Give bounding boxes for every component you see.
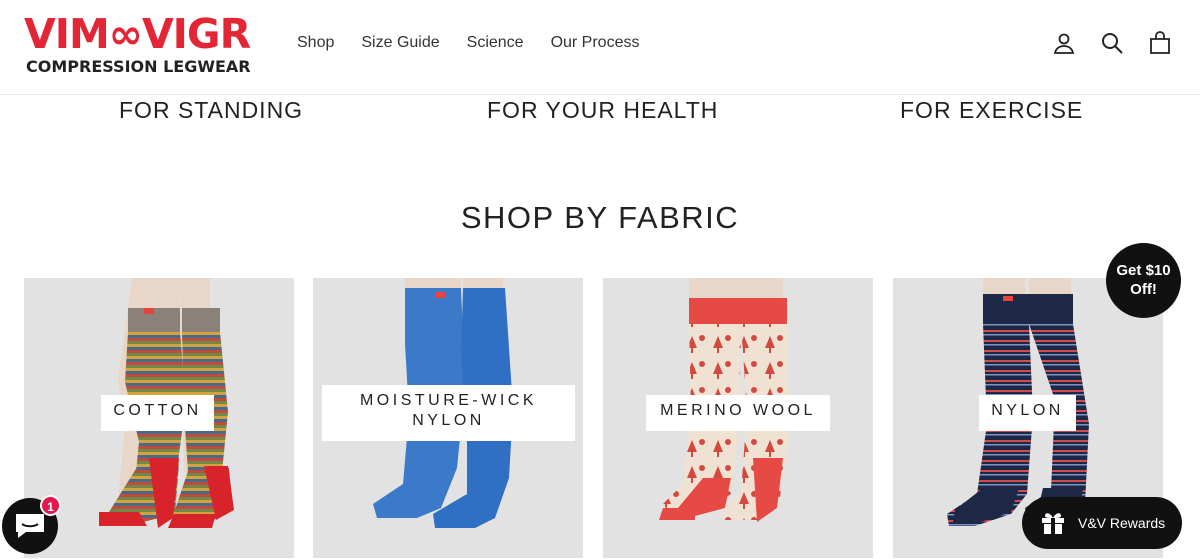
header-icons <box>1052 31 1172 55</box>
fabric-label-cotton: COTTON <box>101 395 214 431</box>
brand-logo[interactable]: VIM∞VIGR COMPRESSION LEGWEAR <box>24 12 264 82</box>
search-icon[interactable] <box>1100 31 1124 55</box>
fabric-card-moisture-wick-nylon[interactable]: MOISTURE-WICK NYLON <box>313 278 583 558</box>
section-title: SHOP BY FABRIC <box>460 200 740 235</box>
fabric-card-cotton[interactable]: COTTON <box>24 278 294 558</box>
fabric-label-moisture-wick-nylon: MOISTURE-WICK NYLON <box>322 385 575 441</box>
label-line-2: NYLON <box>412 412 485 429</box>
purpose-health[interactable]: FOR YOUR HEALTH <box>487 97 718 124</box>
logo-wordmark: VIM∞VIGR <box>24 10 251 58</box>
get-10-off-button[interactable]: Get $10 Off! <box>1106 243 1181 318</box>
account-icon[interactable] <box>1052 31 1076 55</box>
site-header: VIM∞VIGR COMPRESSION LEGWEAR Shop Size G… <box>0 0 1200 95</box>
nav-our-process[interactable]: Our Process <box>551 32 640 54</box>
purpose-standing[interactable]: FOR STANDING <box>119 97 303 124</box>
shop-by-purpose-row: FOR STANDING FOR YOUR HEALTH FOR EXERCIS… <box>0 95 1200 135</box>
cart-icon[interactable] <box>1148 31 1172 55</box>
nav-science[interactable]: Science <box>467 32 524 54</box>
chat-unread-badge: 1 <box>40 495 61 516</box>
promo-line-2: Off! <box>1130 281 1157 298</box>
promo-line-1: Get $10 <box>1116 262 1171 279</box>
fabric-card-merino-wool[interactable]: MERINO WOOL <box>603 278 873 558</box>
fabric-label-merino-wool: MERINO WOOL <box>646 395 830 431</box>
rewards-launcher[interactable]: V&V Rewards <box>1022 497 1182 549</box>
purpose-exercise[interactable]: FOR EXERCISE <box>900 97 1083 124</box>
nav-size-guide[interactable]: Size Guide <box>361 32 439 54</box>
rewards-label: V&V Rewards <box>1078 515 1166 531</box>
logo-tagline: COMPRESSION LEGWEAR <box>26 57 251 76</box>
nav-shop[interactable]: Shop <box>297 32 334 54</box>
gift-icon <box>1040 509 1066 538</box>
fabric-label-nylon: NYLON <box>979 395 1076 431</box>
label-line-1: MOISTURE-WICK <box>359 392 538 409</box>
main-nav: Shop Size Guide Science Our Process <box>297 32 639 54</box>
